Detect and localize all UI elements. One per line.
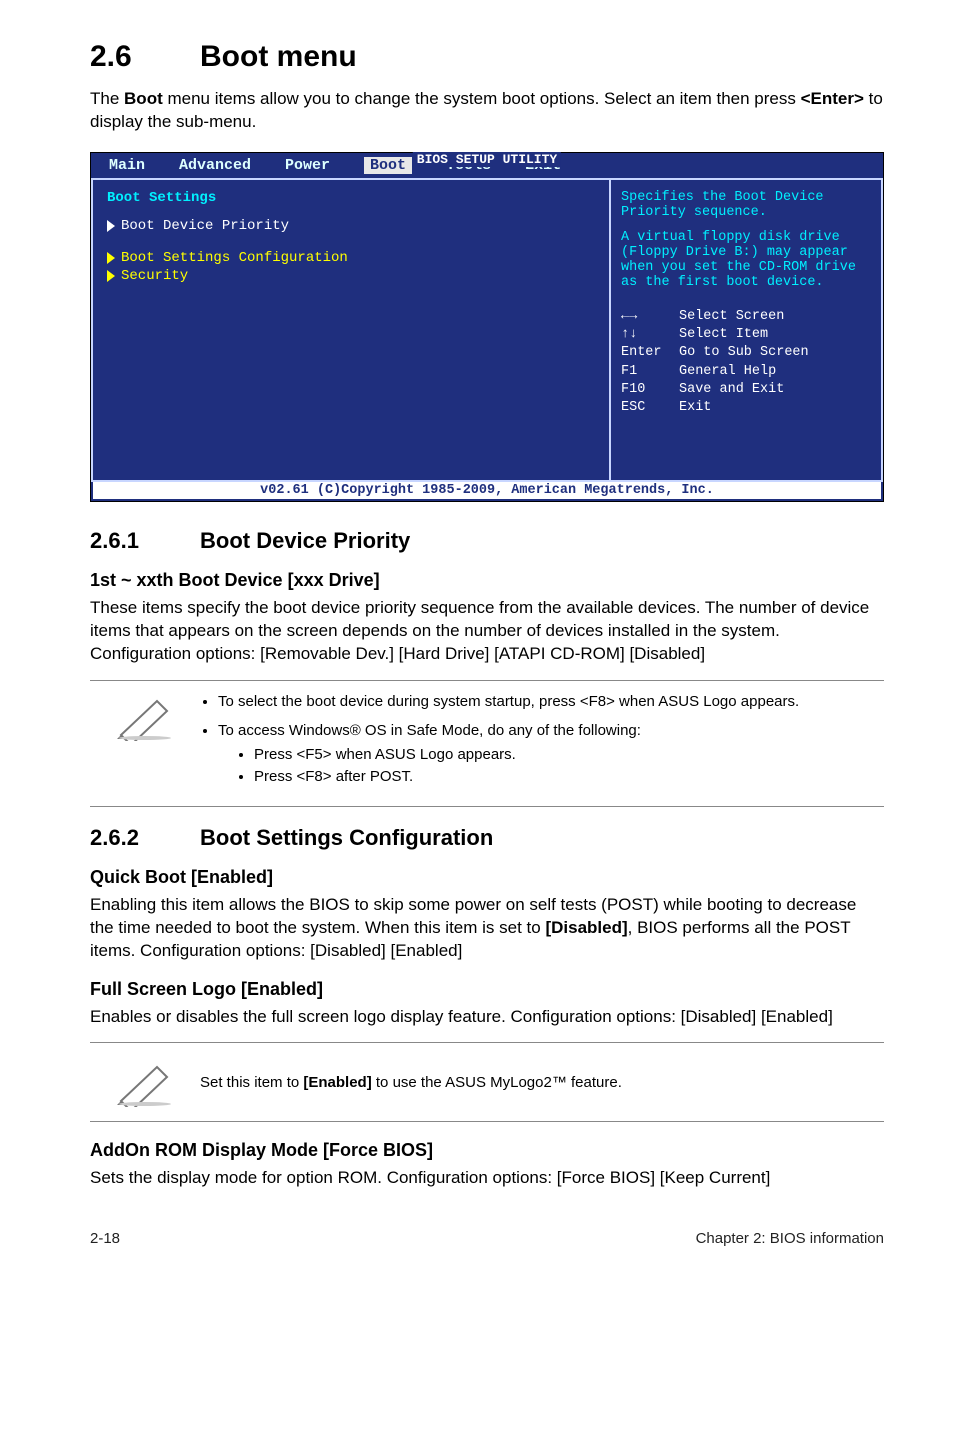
note1-item2: To access Windows® OS in Safe Mode, do a… bbox=[218, 720, 884, 787]
note1-sub2: Press <F8> after POST. bbox=[254, 766, 884, 788]
section-heading: 2.6Boot menu bbox=[90, 40, 884, 74]
bios-help-primary: Specifies the Boot Device Priority seque… bbox=[621, 190, 871, 220]
section-number: 2.6 bbox=[90, 40, 200, 74]
bios-item-security: Security bbox=[107, 268, 595, 284]
paragraph-quick-boot: Enabling this item allows the BIOS to sk… bbox=[90, 894, 884, 963]
paragraph-full-screen-logo: Enables or disables the full screen logo… bbox=[90, 1006, 884, 1029]
page-footer: 2-18 Chapter 2: BIOS information bbox=[90, 1230, 884, 1247]
bios-help-extra: A virtual floppy disk drive (Floppy Driv… bbox=[621, 230, 871, 290]
triangle-icon bbox=[107, 270, 115, 282]
bios-tab-boot: Boot bbox=[364, 157, 412, 174]
note-box-2: Set this item to [Enabled] to use the AS… bbox=[90, 1042, 884, 1122]
option-heading-full-screen-logo: Full Screen Logo [Enabled] bbox=[90, 979, 884, 1000]
intro-paragraph: The Boot menu items allow you to change … bbox=[90, 88, 884, 134]
triangle-icon bbox=[107, 220, 115, 232]
subsection-261-heading: 2.6.1Boot Device Priority bbox=[90, 528, 884, 554]
note-box-1: To select the boot device during system … bbox=[90, 680, 884, 807]
bios-key-legend: ←→Select Screen ↑↓Select Item EnterGo to… bbox=[621, 308, 871, 417]
option-heading-addon-rom: AddOn ROM Display Mode [Force BIOS] bbox=[90, 1140, 884, 1161]
option-heading-boot-device: 1st ~ xxth Boot Device [xxx Drive] bbox=[90, 570, 884, 591]
triangle-icon bbox=[107, 252, 115, 264]
paragraph-addon-rom: Sets the display mode for option ROM. Co… bbox=[90, 1167, 884, 1190]
pencil-note-icon bbox=[90, 691, 200, 741]
bios-screenshot: BIOS SETUP UTILITY Main Advanced Power B… bbox=[90, 152, 884, 502]
bios-item-boot-settings-config: Boot Settings Configuration bbox=[107, 250, 595, 266]
bios-item-boot-device-priority: Boot Device Priority bbox=[107, 218, 595, 234]
bios-left-pane: Boot Settings Boot Device Priority Boot … bbox=[91, 180, 609, 482]
pencil-note-icon bbox=[90, 1057, 200, 1107]
bios-copyright: v02.61 (C)Copyright 1985-2009, American … bbox=[93, 482, 881, 499]
footer-chapter: Chapter 2: BIOS information bbox=[696, 1230, 884, 1247]
bios-tab-main: Main bbox=[109, 157, 145, 174]
bios-right-pane: Specifies the Boot Device Priority seque… bbox=[609, 180, 883, 482]
bios-pane-heading: Boot Settings bbox=[107, 190, 595, 206]
note-content-2: Set this item to [Enabled] to use the AS… bbox=[200, 1072, 884, 1094]
bios-utility-label: BIOS SETUP UTILITY bbox=[413, 152, 561, 167]
option-heading-quick-boot: Quick Boot [Enabled] bbox=[90, 867, 884, 888]
bios-tab-advanced: Advanced bbox=[179, 157, 251, 174]
note-content-1: To select the boot device during system … bbox=[200, 691, 884, 796]
note1-sub1: Press <F5> when ASUS Logo appears. bbox=[254, 744, 884, 766]
section-title-text: Boot menu bbox=[200, 40, 357, 73]
paragraph-boot-device: These items specify the boot device prio… bbox=[90, 597, 884, 666]
subsection-262-heading: 2.6.2Boot Settings Configuration bbox=[90, 825, 884, 851]
footer-page-number: 2-18 bbox=[90, 1230, 120, 1247]
note1-item1: To select the boot device during system … bbox=[218, 691, 884, 713]
bios-tab-power: Power bbox=[285, 157, 330, 174]
